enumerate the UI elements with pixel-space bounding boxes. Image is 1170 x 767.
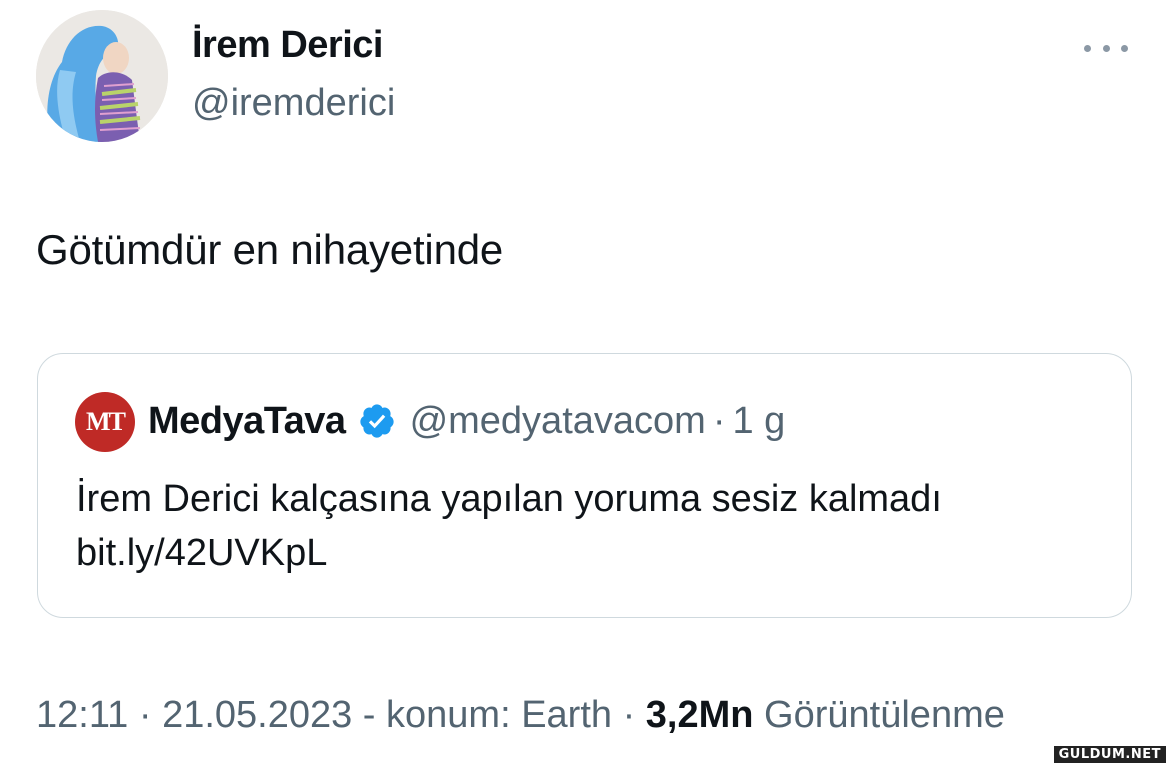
quote-link[interactable]: bit.ly/42UVKpL <box>76 526 1116 580</box>
more-icon-dot <box>1102 44 1110 52</box>
meta-separator: · <box>612 694 646 736</box>
tweet-location: - konum: Earth <box>352 694 613 736</box>
tweet-time[interactable]: 12:11 <box>36 694 128 736</box>
meta-separator: · <box>128 694 163 736</box>
quote-header: MedyaTava @medyatavacom · 1 g <box>148 398 785 444</box>
quote-text: İrem Derici kalçasına yapılan yoruma ses… <box>76 472 1116 580</box>
author-display-name[interactable]: İrem Derici <box>192 24 383 67</box>
quote-author-handle[interactable]: @medyatavacom <box>410 400 706 443</box>
quote-author-logo[interactable]: MT <box>75 392 135 452</box>
tweet-date[interactable]: 21.05.2023 <box>162 694 352 736</box>
quote-separator: · <box>712 399 726 442</box>
tweet-text: Götümdür en nihayetinde <box>36 226 504 273</box>
watermark: GULDUM.NET <box>1053 746 1166 763</box>
author-handle[interactable]: @iremderici <box>192 82 395 125</box>
views-count[interactable]: 3,2Mn <box>646 694 754 736</box>
avatar-image <box>36 10 168 142</box>
quote-timestamp[interactable]: 1 g <box>732 400 785 443</box>
quote-tweet-card[interactable]: MT MedyaTava @medyatavacom · 1 g İrem De… <box>37 353 1132 618</box>
more-icon-dot <box>1121 44 1128 52</box>
more-icon[interactable] <box>1084 36 1128 60</box>
tweet-meta: 12:11 · 21.05.2023 - konum: Earth · 3,2M… <box>36 694 1005 737</box>
verified-icon <box>359 404 394 438</box>
more-icon-dot <box>1084 44 1091 52</box>
avatar[interactable] <box>36 10 168 142</box>
quote-author-name[interactable]: MedyaTava <box>148 400 346 443</box>
views-label: Görüntülenme <box>753 694 1005 736</box>
quote-text-line: İrem Derici kalçasına yapılan yoruma ses… <box>76 478 942 520</box>
